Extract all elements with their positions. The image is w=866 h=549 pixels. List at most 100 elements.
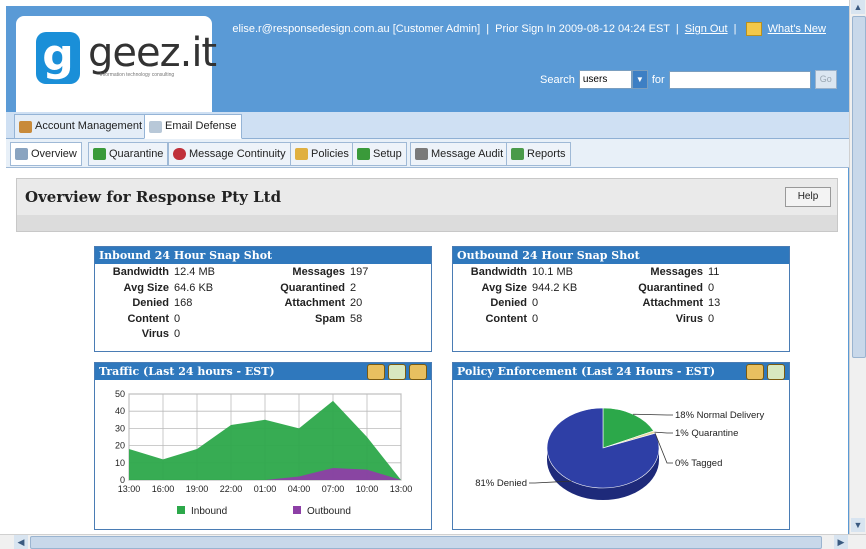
sign-out-link[interactable]: Sign Out: [685, 23, 728, 35]
x-tick-label: 13:00: [390, 484, 413, 494]
tab-setup[interactable]: Setup: [352, 142, 407, 166]
snapshot-value: 0: [532, 297, 539, 309]
snapshot-value: 944.2 KB: [532, 281, 578, 294]
snapshot-row: Avg Size 944.2 KB: [457, 281, 578, 294]
user-role: [Customer Admin]: [392, 22, 481, 35]
tab-label: Policies: [311, 148, 349, 160]
tab-account-management[interactable]: Account Management: [14, 114, 148, 139]
audit-icon: [415, 148, 428, 160]
policy-enforcement-panel: Policy Enforcement (Last 24 Hours - EST)…: [452, 362, 790, 530]
chart-actions: [367, 364, 427, 380]
tab-policies[interactable]: Policies: [290, 142, 354, 166]
snapshot-key: Bandwidth: [470, 266, 527, 278]
refresh-icon[interactable]: [767, 364, 785, 380]
snapshot-row: Quarantined 0: [613, 282, 714, 294]
snapshot-value: 0: [708, 281, 715, 294]
scroll-thumb[interactable]: [852, 16, 866, 358]
x-tick-label: 13:00: [118, 484, 141, 494]
pie-leader-line: [654, 431, 673, 434]
snapshot-value: 64.6 KB: [174, 281, 214, 294]
policies-icon: [295, 148, 308, 160]
tab-email-defense[interactable]: Email Defense: [144, 114, 242, 139]
scroll-up-icon[interactable]: ▲: [851, 0, 865, 14]
snapshot-row: Virus 0: [613, 313, 714, 325]
panel-title: Traffic (Last 24 hours - EST): [95, 363, 431, 380]
scroll-down-icon[interactable]: ▼: [851, 518, 865, 532]
tab-label: Quarantine: [109, 148, 164, 160]
x-tick-label: 19:00: [186, 484, 209, 494]
snapshot-key: Virus: [141, 328, 169, 340]
snapshot-row: Denied 0: [457, 297, 538, 309]
line-chart-icon[interactable]: [388, 364, 406, 380]
snapshot-row: Bandwidth 12.4 MB: [99, 266, 215, 278]
prior-sign-in: Prior Sign In 2009-08-12 04:24 EST: [495, 22, 670, 35]
help-button[interactable]: Help: [785, 187, 831, 207]
snapshot-key: Messages: [292, 266, 345, 278]
pie-leader-line: [632, 413, 673, 416]
policy-pie-chart: 18% Normal Delivery 1% Quarantine 0% Tagge…: [475, 407, 764, 500]
tab-message-audit[interactable]: Message Audit: [410, 142, 509, 166]
main-tab-bar: Account Management Email Defense: [6, 112, 854, 139]
x-tick-label: 10:00: [356, 484, 379, 494]
snapshot-row: Avg Size 64.6 KB: [99, 281, 214, 294]
export-icon[interactable]: [746, 364, 764, 380]
tab-quarantine[interactable]: Quarantine: [88, 142, 169, 166]
app-window: g geez.it information technology consult…: [6, 6, 854, 549]
search-scope-select[interactable]: users: [578, 70, 632, 89]
snapshot-value: 0: [174, 328, 181, 340]
snapshot-row: Denied 168: [99, 297, 192, 309]
chart-title: Policy Enforcement (Last 24 Hours - EST): [457, 365, 716, 378]
snapshot-row: Quarantined 2: [255, 282, 356, 294]
panel-title: Outbound 24 Hour Snap Shot: [453, 247, 789, 264]
snapshot-value: 168: [174, 297, 193, 309]
snapshot-key: Content: [127, 312, 169, 325]
search-input[interactable]: [668, 70, 811, 89]
export-icon[interactable]: [367, 364, 385, 380]
email-defense-icon: [149, 120, 162, 133]
logo[interactable]: g geez.it information technology consult…: [16, 16, 217, 112]
setup-icon: [357, 148, 370, 160]
snapshot-value: 58: [350, 312, 363, 325]
tab-label: Email Defense: [165, 120, 237, 132]
sub-tab-bar: Overview Quarantine Message Continuity P…: [6, 139, 854, 168]
legend-swatch: [293, 506, 301, 514]
snapshot-key: Quarantined: [638, 281, 703, 294]
print-icon[interactable]: [409, 364, 427, 380]
snapshot-row: Virus 0: [99, 328, 180, 340]
snapshot-value: 197: [350, 266, 369, 278]
snapshot-key: Attachment: [284, 297, 345, 309]
whats-new-link[interactable]: What's New: [768, 23, 826, 35]
tab-overview[interactable]: Overview: [10, 142, 82, 166]
tab-label: Setup: [373, 148, 402, 160]
snapshot-row: Messages 11: [613, 266, 719, 278]
scroll-thumb[interactable]: [30, 536, 822, 549]
go-button[interactable]: Go: [814, 70, 837, 89]
snapshot-value: 2: [350, 281, 357, 294]
users-icon: [19, 120, 32, 133]
panel-title: Policy Enforcement (Last 24 Hours - EST): [453, 363, 789, 380]
tab-label: Reports: [527, 148, 566, 160]
logo-tagline: information technology consulting: [100, 72, 175, 78]
chevron-down-icon[interactable]: ▼: [631, 70, 648, 89]
snapshot-value: 12.4 MB: [174, 266, 215, 278]
snapshot-key: Avg Size: [481, 281, 527, 294]
snapshot-key: Avg Size: [123, 281, 169, 294]
x-tick-label: 16:00: [152, 484, 175, 494]
y-tick-label: 40: [115, 406, 125, 416]
vertical-scrollbar[interactable]: ▲ ▼: [849, 0, 866, 548]
chart-actions: [746, 364, 785, 380]
tab-message-continuity[interactable]: Message Continuity: [168, 142, 291, 166]
snapshot-key: Messages: [650, 266, 703, 278]
for-label: for: [651, 73, 665, 86]
tab-reports[interactable]: Reports: [506, 142, 571, 166]
horizontal-scrollbar[interactable]: ◀ ▶: [0, 534, 866, 549]
snapshot-value: 20: [350, 297, 363, 309]
page-header-strip: [16, 215, 838, 232]
scroll-right-icon[interactable]: ▶: [834, 535, 848, 549]
tab-label: Message Audit: [431, 148, 504, 160]
snapshot-key: Bandwidth: [112, 266, 169, 278]
whats-new-icon[interactable]: [745, 22, 762, 36]
inbound-snapshot-panel: Inbound 24 Hour Snap Shot Bandwidth 12.4 …: [94, 246, 432, 352]
scroll-left-icon[interactable]: ◀: [14, 535, 28, 549]
content-area: Overview for Response Pty Ltd Help Inbou…: [6, 168, 848, 542]
